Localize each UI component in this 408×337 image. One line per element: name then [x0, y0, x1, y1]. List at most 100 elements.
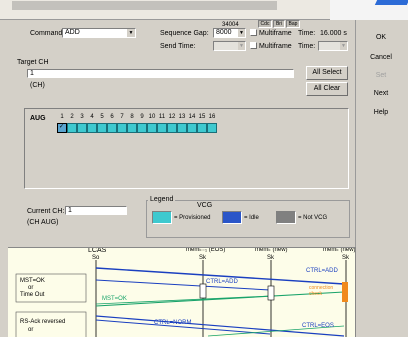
- aug-cell[interactable]: [177, 123, 187, 133]
- aug-number: 2: [70, 114, 74, 120]
- diagram-left-e: or: [28, 327, 34, 333]
- activation-sk1: [199, 283, 207, 299]
- aug-cell[interactable]: [207, 123, 217, 133]
- aug-number: 14: [188, 114, 196, 120]
- target-ch-value: 1: [30, 70, 34, 77]
- multiframe-1-label: Multiframe: [259, 30, 292, 37]
- diagram-heading-mem-new1: memₖ (new): [255, 247, 288, 253]
- ok-button[interactable]: OK: [362, 31, 400, 46]
- aug-cell[interactable]: [197, 123, 207, 133]
- aug-cell[interactable]: [187, 123, 197, 133]
- diagram-heading-mem-eos: memₖ₋₁ (EOS): [186, 247, 226, 253]
- aug-cell[interactable]: [97, 123, 107, 133]
- diagram-msg-eos: CTRL=EOS: [302, 323, 334, 329]
- diagram-msg-add-top: CTRL=ADD: [306, 268, 338, 274]
- topstrip-cell-2[interactable]: Bri: [273, 20, 285, 28]
- msg-add-mid-arrow: [95, 279, 271, 291]
- topstrip-cell-1[interactable]: Cdc: [258, 20, 272, 28]
- check-icon: ✓: [59, 124, 65, 130]
- command-label: Command:: [30, 30, 65, 37]
- msg-mst-arrow: [95, 291, 345, 307]
- aug-cells-row: ✓: [57, 123, 227, 133]
- legend-idle-swatch: [222, 211, 242, 224]
- all-clear-button[interactable]: All Clear: [306, 82, 348, 96]
- aug-number: 12: [168, 114, 176, 120]
- top-strip-gray-bar: [12, 1, 277, 10]
- help-button[interactable]: Help: [362, 106, 400, 121]
- multiframe-1-checkbox[interactable]: [250, 29, 257, 36]
- time-2-input[interactable]: ▼: [318, 41, 348, 51]
- sequence-gap-input[interactable]: 8000 ▼: [213, 28, 246, 38]
- aug-number: 13: [178, 114, 186, 120]
- aug-number: 11: [158, 114, 166, 120]
- diagram-heading-sk1: Sk: [199, 255, 207, 261]
- aug-number: 8: [130, 114, 134, 120]
- aug-cell[interactable]: [77, 123, 87, 133]
- aug-number: 10: [148, 114, 156, 120]
- aug-cell[interactable]: [107, 123, 117, 133]
- diagram-msg-mst: MST=OK: [102, 296, 127, 302]
- aug-cell[interactable]: [157, 123, 167, 133]
- diagram-left-d: RS-Ack reversed: [20, 319, 66, 325]
- target-ch-sub: (CH): [30, 82, 45, 89]
- aug-number: 6: [110, 114, 114, 120]
- disabled-button[interactable]: Set: [362, 69, 400, 84]
- legend-title: Legend: [148, 195, 176, 204]
- diagram-heading-sk2: Sk: [267, 255, 275, 261]
- command-value: ADD: [65, 29, 80, 36]
- sequence-diagram: LCAS So memₖ₋₁ (EOS) Sk memₖ (new) Sk me…: [8, 247, 356, 337]
- next-button[interactable]: Next: [362, 87, 400, 102]
- command-select[interactable]: ADD ▼: [62, 28, 136, 38]
- chevron-down-icon[interactable]: ▼: [340, 42, 347, 50]
- cancel-button[interactable]: Cancel: [362, 51, 400, 66]
- target-ch-title: Target CH: [17, 59, 49, 66]
- legend-idle-label: = Idle: [244, 215, 259, 221]
- diagram-heading-so: So: [92, 255, 100, 261]
- current-ch-sub: (CH AUG): [27, 219, 59, 226]
- sequence-gap-label: Sequence Gap:: [160, 30, 209, 37]
- aug-label: AUG: [30, 115, 46, 122]
- aug-number: 9: [140, 114, 144, 120]
- aug-cell[interactable]: [127, 123, 137, 133]
- bottom-right-panel: [356, 248, 408, 337]
- orange-marker: [342, 282, 348, 302]
- aug-cell[interactable]: [147, 123, 157, 133]
- chevron-down-icon[interactable]: ▼: [238, 42, 245, 50]
- side-separator: [355, 20, 356, 248]
- current-ch-input[interactable]: 1: [65, 206, 127, 215]
- diagram-heading-sk3: Sk: [342, 255, 350, 261]
- aug-cell[interactable]: [67, 123, 77, 133]
- aug-cell[interactable]: [87, 123, 97, 133]
- chevron-down-icon[interactable]: ▼: [127, 29, 135, 37]
- time-2-label: Time:: [298, 43, 316, 50]
- diagram-left-c: Time Out: [20, 292, 45, 298]
- aug-number: 7: [120, 114, 124, 120]
- send-time-label: Send Time:: [160, 43, 196, 50]
- send-time-input[interactable]: ▼: [213, 41, 246, 51]
- diagram-left-a: MST=OK: [20, 278, 45, 284]
- all-select-button[interactable]: All Select: [306, 66, 348, 80]
- aug-cell[interactable]: [137, 123, 147, 133]
- diagram-msg-add-mid: CTRL=ADD: [206, 279, 238, 285]
- aug-number: 1: [60, 114, 64, 120]
- diagram-msg-norm: CTRL=NORM: [154, 320, 192, 326]
- aug-number: 3: [80, 114, 84, 120]
- legend-provisioned-label: = Provisioned: [174, 215, 211, 221]
- chevron-down-icon[interactable]: ▼: [238, 29, 245, 37]
- multiframe-2-label: Multiframe: [259, 43, 292, 50]
- activation-sk2: [267, 285, 275, 301]
- aug-cell[interactable]: [167, 123, 177, 133]
- current-ch-value: 1: [68, 207, 72, 214]
- aug-cell-selected[interactable]: ✓: [57, 123, 67, 133]
- aug-number: 5: [100, 114, 104, 120]
- multiframe-2-checkbox[interactable]: [250, 42, 257, 49]
- diagram-note-orange: connection check: [309, 285, 334, 297]
- diagram-heading-lcas: LCAS: [88, 247, 107, 254]
- legend-subtitle: VCG: [197, 202, 213, 209]
- legend-provisioned-swatch: [152, 211, 172, 224]
- target-ch-input[interactable]: 1: [27, 69, 294, 78]
- aug-cell[interactable]: [117, 123, 127, 133]
- diagram-left-b: or: [28, 285, 34, 291]
- topstrip-cell-3[interactable]: Bap: [286, 20, 300, 28]
- legend-not-vcg-swatch: [276, 211, 296, 224]
